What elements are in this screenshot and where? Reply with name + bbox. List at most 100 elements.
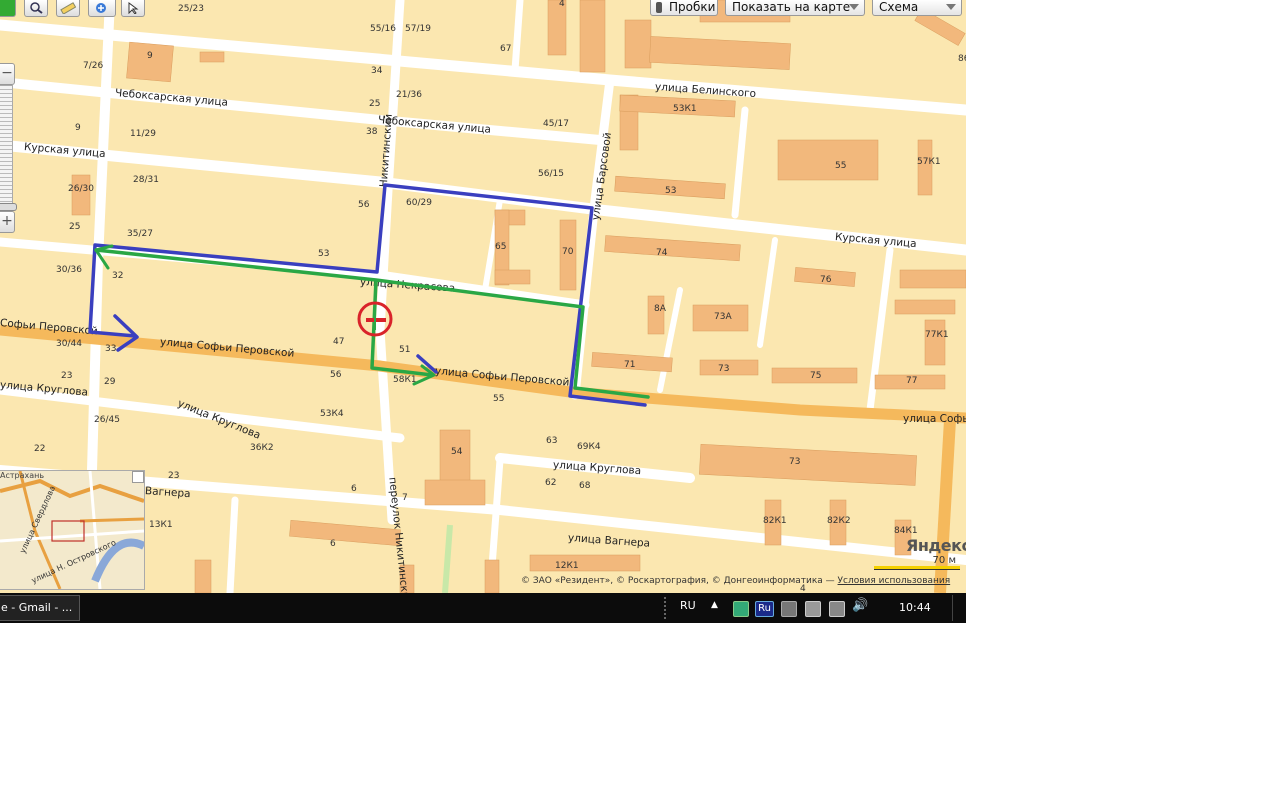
house-number: 82К2 (827, 516, 851, 526)
house-number: 36К2 (250, 443, 274, 453)
house-number: 30/44 (56, 339, 82, 349)
house-number: 67 (500, 44, 512, 54)
house-number: 77 (906, 376, 918, 386)
house-number: 23 (61, 371, 73, 381)
house-number: 26/30 (68, 184, 94, 194)
house-number: 25 (69, 222, 81, 232)
show-on-map-dropdown[interactable]: Показать на карте (725, 0, 865, 16)
chevron-down-icon (849, 4, 859, 10)
cursor-icon (128, 2, 139, 14)
minimap-city-label: Астрахань (0, 471, 45, 480)
house-number: 73 (718, 364, 730, 374)
house-number: 56 (330, 370, 342, 380)
network-icon[interactable] (829, 601, 845, 617)
house-number: 55 (493, 394, 505, 404)
house-number: 26/45 (94, 415, 120, 425)
house-number: 55/16 (370, 24, 396, 34)
traffic-light-icon (656, 2, 662, 13)
house-number: 35/27 (127, 229, 153, 239)
keyboard-layout-icon[interactable]: Ru (755, 601, 774, 617)
taskbar-task-gmail[interactable]: e - Gmail - ... (0, 595, 80, 621)
zoom-out-button[interactable]: − (0, 63, 15, 85)
volume-icon[interactable]: 🔊 (852, 598, 868, 613)
house-number: 47 (333, 337, 345, 347)
scale-bar: 70 м (874, 553, 960, 573)
clock[interactable]: 10:44 (899, 601, 931, 614)
house-number: 34 (371, 66, 383, 76)
house-number: 23 (168, 471, 180, 481)
house-number: 28/31 (133, 175, 159, 185)
overview-minimap[interactable]: Астрахань улица Свердлова улица Н. Остро… (0, 470, 145, 590)
map-type-label: Схема (879, 0, 919, 14)
add-point-icon (96, 3, 106, 13)
house-number: 68 (579, 481, 591, 491)
house-number: 4 (800, 584, 806, 594)
house-number: 53К1 (673, 104, 697, 114)
house-number: 33 (105, 344, 117, 354)
house-number: 7 (402, 493, 408, 503)
show-desktop-button[interactable] (952, 595, 965, 621)
house-number: 32 (112, 271, 124, 281)
zoom-in-button[interactable]: + (0, 211, 15, 233)
house-number: 12К1 (555, 561, 579, 571)
house-number: 45/17 (543, 119, 569, 129)
map-type-dropdown[interactable]: Схема (872, 0, 962, 16)
hand-tool-button[interactable] (0, 0, 16, 17)
house-number: 56 (358, 200, 370, 210)
house-number: 21/36 (396, 90, 422, 100)
ruler-icon (60, 2, 76, 14)
magnifier-tool-button[interactable] (24, 0, 48, 17)
house-number: 30/36 (56, 265, 82, 275)
house-number: 57К1 (917, 157, 941, 167)
house-number: 22 (34, 444, 46, 454)
terms-of-use-link[interactable]: Условия использования (838, 576, 951, 586)
minimap-collapse-button[interactable] (132, 471, 144, 483)
house-number: 9 (147, 51, 153, 61)
house-number: 29 (104, 377, 116, 387)
house-number: 76 (820, 275, 832, 285)
house-number: 71 (624, 360, 636, 370)
pointer-tool-button[interactable] (121, 0, 145, 17)
zoom-control[interactable]: − + (0, 63, 17, 233)
house-number: 62 (545, 478, 557, 488)
traffic-button[interactable]: Пробки (650, 0, 718, 16)
house-number: 65 (495, 242, 507, 252)
house-number: 57/19 (405, 24, 431, 34)
house-number: 8А (654, 304, 666, 314)
ruler-tool-button[interactable] (56, 0, 80, 17)
house-number: 11/29 (130, 129, 156, 139)
traffic-label: Пробки (669, 0, 716, 14)
security-icon[interactable] (781, 601, 797, 617)
house-number: 6 (351, 484, 357, 494)
tray-grip (664, 597, 666, 619)
house-number: 73А (714, 312, 732, 322)
house-number: 69К4 (577, 442, 601, 452)
show-on-map-label: Показать на карте (732, 0, 851, 14)
device-icon[interactable] (805, 601, 821, 617)
house-number: 13К1 (149, 520, 173, 530)
chevron-down-icon (946, 4, 956, 10)
house-number: 9 (75, 123, 81, 133)
house-number: 74 (656, 248, 668, 258)
copyright-notice: © ЗАО «Резидент», © Роскартография, © До… (521, 576, 950, 586)
house-number: 56/15 (538, 169, 564, 179)
zoom-scale[interactable] (0, 85, 13, 205)
house-number: 53 (318, 249, 330, 259)
windows-taskbar: e - Gmail - ... RU ▲ Ru 🔊 10:44 (0, 593, 966, 623)
language-indicator[interactable]: RU (680, 599, 696, 612)
show-hidden-icons-button[interactable]: ▲ (711, 600, 718, 610)
add-point-tool-button[interactable] (88, 0, 116, 17)
zoom-slider-handle[interactable] (0, 203, 17, 211)
house-number: 73 (789, 457, 801, 467)
house-number: 84К1 (894, 526, 918, 536)
mail-icon[interactable] (733, 601, 749, 617)
map-canvas[interactable]: Чебоксарская улица Чебоксарская улица Ку… (0, 0, 966, 593)
house-number: 82К1 (763, 516, 787, 526)
scale-label: 70 м (932, 555, 956, 566)
house-number: 7/26 (83, 61, 104, 71)
house-number: 70 (562, 247, 574, 257)
house-number: 60/29 (406, 198, 432, 208)
house-number: 38 (366, 127, 378, 137)
house-number: 53К4 (320, 409, 344, 419)
house-number: 55 (835, 161, 847, 171)
